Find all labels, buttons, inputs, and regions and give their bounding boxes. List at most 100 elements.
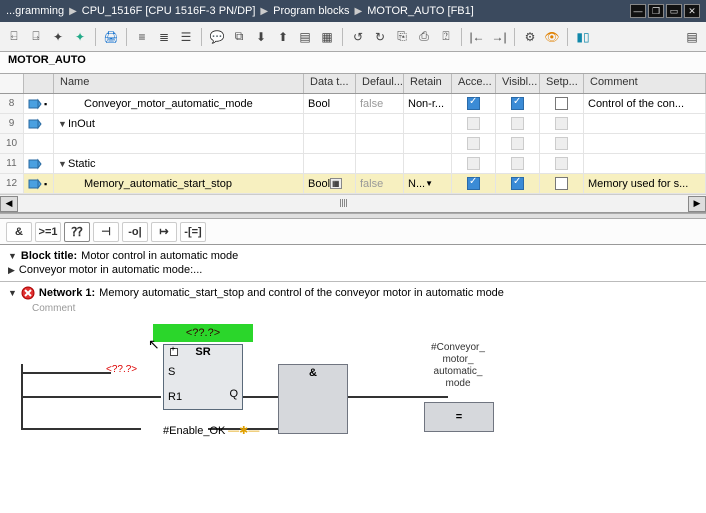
variable-name[interactable]: InOut (68, 118, 95, 130)
sr-s-pin[interactable]: S (168, 366, 199, 378)
datatype-cell[interactable]: Bool ▦ (304, 174, 356, 194)
table-row[interactable]: 9▼InOut (0, 114, 706, 134)
lad-assign-button[interactable]: -[=] (180, 222, 206, 242)
scroll-left-button[interactable]: ◀ (0, 196, 18, 212)
breadcrumb-part[interactable]: MOTOR_AUTO [FB1] (367, 5, 474, 17)
datatype-cell[interactable] (304, 114, 356, 134)
retain-cell[interactable] (404, 154, 452, 174)
network-comment[interactable]: Comment (8, 300, 698, 320)
checkbox[interactable] (467, 177, 480, 190)
comment-cell[interactable] (584, 114, 706, 134)
datatype-picker-button[interactable]: ▦ (330, 178, 342, 189)
comment-icon[interactable]: 💬 (207, 27, 227, 47)
checkbox[interactable] (511, 97, 524, 110)
lad-and-button[interactable]: & (6, 222, 32, 242)
table-row[interactable]: 10 (0, 134, 706, 154)
restore-button[interactable]: ❐ (648, 4, 664, 18)
tb-icon[interactable]: ▮▯ (573, 27, 593, 47)
tb-icon[interactable]: ⚙ (520, 27, 540, 47)
datatype-cell[interactable] (304, 134, 356, 154)
collapse-icon[interactable]: ▼ (8, 288, 17, 298)
checkbox[interactable] (555, 177, 568, 190)
retain-cell[interactable]: N... ▼ (404, 174, 452, 194)
output-operand[interactable]: #Conveyor_motor_automatic_mode (408, 342, 508, 390)
expand-icon[interactable]: ▼ (58, 159, 66, 169)
variable-name[interactable]: Conveyor_motor_automatic_mode (84, 98, 253, 110)
sr-r1-pin[interactable]: R1 (168, 391, 199, 403)
tb-icon[interactable]: ⬆ (273, 27, 293, 47)
tb-icon[interactable]: ⬇ (251, 27, 271, 47)
comment-cell[interactable]: Control of the con... (584, 94, 706, 114)
col-name[interactable]: Name (54, 74, 304, 93)
comment-cell[interactable] (584, 134, 706, 154)
maximize-button[interactable]: ▭ (666, 4, 682, 18)
tb-icon[interactable]: ⍇ (4, 27, 24, 47)
lad-coil-button[interactable]: -o| (122, 222, 148, 242)
default-cell[interactable] (356, 134, 404, 154)
retain-cell[interactable] (404, 114, 452, 134)
tb-icon[interactable]: |← (467, 27, 487, 47)
expand-icon[interactable]: ▼ (58, 119, 66, 129)
breadcrumb-part[interactable]: Program blocks (273, 5, 349, 17)
tb-icon[interactable]: 🖨 (101, 27, 121, 47)
enable-ok-operand[interactable]: #Enable_OK —✱— (163, 424, 259, 437)
sr-q-pin[interactable]: Q (229, 388, 238, 400)
tb-icon[interactable]: ▤ (295, 27, 315, 47)
col-comment[interactable]: Comment (584, 74, 706, 93)
block-title-value[interactable]: Motor control in automatic mode (81, 250, 238, 262)
network-description[interactable]: Memory automatic_start_stop and control … (99, 287, 504, 299)
operand-placeholder[interactable]: <??.?> (106, 364, 137, 375)
expand-icon[interactable]: ▶ (8, 265, 15, 276)
dropdown-icon[interactable]: ▼ (425, 179, 433, 188)
operand-ellipsis[interactable]: ... (141, 389, 150, 401)
tb-icon[interactable]: ⎙ (414, 27, 434, 47)
col-datatype[interactable]: Data t... (304, 74, 356, 93)
tb-icon[interactable]: ⎘ (392, 27, 412, 47)
lad-or-button[interactable]: >=1 (35, 222, 61, 242)
tb-icon[interactable]: ✦ (48, 27, 68, 47)
lad-contact-button[interactable]: ⊣ (93, 222, 119, 242)
sr-flipflop-block[interactable]: SR+ S R1 Q (163, 344, 243, 410)
scroll-right-button[interactable]: ▶ (688, 196, 706, 212)
tb-icon[interactable]: ✦ (70, 27, 90, 47)
variable-name[interactable]: Static (68, 158, 96, 170)
checkbox[interactable] (555, 97, 568, 110)
tb-icon[interactable]: ⧉ (229, 27, 249, 47)
col-default[interactable]: Defaul... (356, 74, 404, 93)
and-block[interactable]: & (278, 364, 348, 434)
comment-cell[interactable]: Memory used for s... (584, 174, 706, 194)
checkbox[interactable] (467, 97, 480, 110)
col-visible[interactable]: Visibl... (496, 74, 540, 93)
horizontal-scrollbar[interactable]: ◀ ▶ (0, 194, 706, 212)
assign-block[interactable]: = (424, 402, 494, 432)
breadcrumb-part[interactable]: CPU_1516F [CPU 1516F-3 PN/DP] (82, 5, 256, 17)
table-row[interactable]: 11▼Static (0, 154, 706, 174)
tb-icon[interactable]: ⍰ (436, 27, 456, 47)
lad-branch-button[interactable]: ↦ (151, 222, 177, 242)
close-button[interactable]: ✕ (684, 4, 700, 18)
lad-empty-box-button[interactable]: ⁇ (64, 222, 90, 242)
tb-icon[interactable]: ↻ (370, 27, 390, 47)
monitor-icon[interactable]: 👁 (542, 27, 562, 47)
retain-cell[interactable]: Non-r... (404, 94, 452, 114)
ladder-diagram[interactable]: <??.?> ↖ SR+ S R1 Q <??.?> ... & #Convey… (8, 324, 698, 454)
col-accessible[interactable]: Acce... (452, 74, 496, 93)
tb-icon[interactable]: ⍈ (26, 27, 46, 47)
scroll-track[interactable] (18, 196, 688, 212)
block-subtitle[interactable]: Conveyor motor in automatic mode:... (19, 264, 202, 276)
default-cell[interactable] (356, 114, 404, 134)
instance-placeholder[interactable]: <??.?> (153, 324, 253, 342)
collapse-icon[interactable]: ▼ (8, 251, 17, 261)
tb-icon[interactable]: ▦ (317, 27, 337, 47)
col-setpoint[interactable]: Setp... (540, 74, 584, 93)
datatype-cell[interactable] (304, 154, 356, 174)
view-icon[interactable]: ≡ (132, 27, 152, 47)
datatype-cell[interactable]: Bool (304, 94, 356, 114)
col-retain[interactable]: Retain (404, 74, 452, 93)
comment-cell[interactable] (584, 154, 706, 174)
view-icon[interactable]: ≣ (154, 27, 174, 47)
tb-icon[interactable]: ▤ (682, 27, 702, 47)
table-row[interactable]: 8▪Conveyor_motor_automatic_modeBoolfalse… (0, 94, 706, 114)
default-cell[interactable]: false (356, 94, 404, 114)
default-cell[interactable]: false (356, 174, 404, 194)
